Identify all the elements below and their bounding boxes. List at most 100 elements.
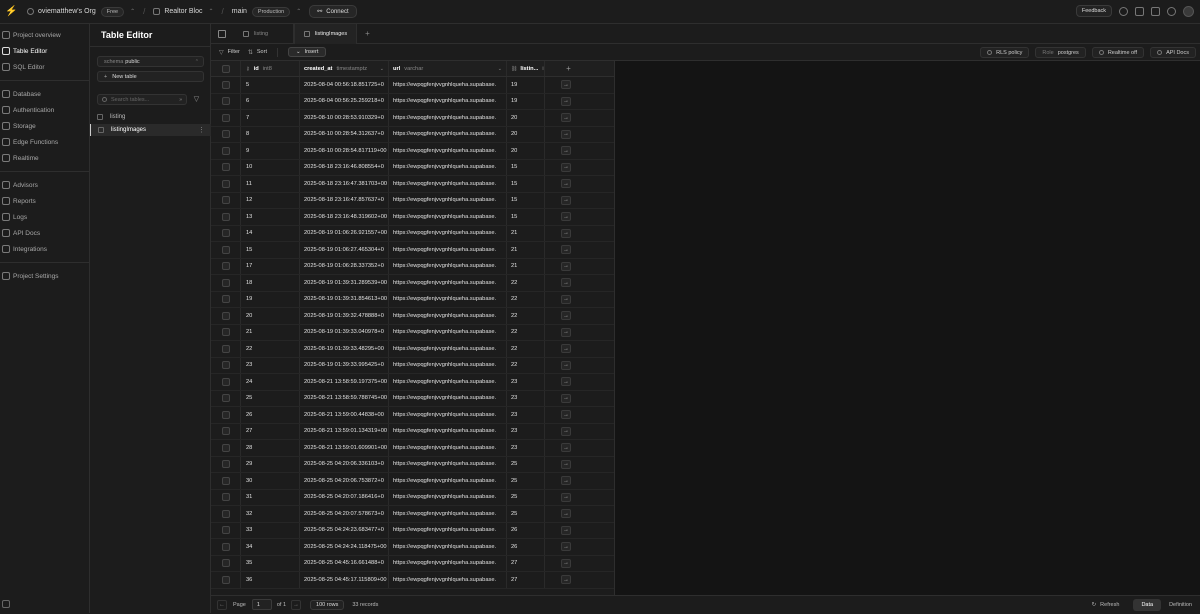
row-checkbox[interactable] (221, 278, 230, 287)
cell-listing[interactable]: 20 (507, 126, 545, 142)
cell-url[interactable]: https://ewpqgfenjvvgnhlqueha.supabase. (389, 275, 507, 291)
filter-button[interactable]: ▽ Filter (219, 49, 240, 56)
arrow-right-icon[interactable]: → (561, 294, 571, 304)
cell-id[interactable]: 35 (241, 555, 300, 571)
arrow-right-icon[interactable]: → (561, 261, 571, 271)
realtime-toggle-button[interactable]: Realtime off (1091, 47, 1145, 58)
arrow-right-icon[interactable]: → (561, 443, 571, 453)
next-page-button[interactable]: → (291, 599, 302, 610)
table-row[interactable]: 28 2025-08-21 13:59:01.609901+00 https://e… (211, 440, 614, 457)
arrow-right-icon[interactable]: → (561, 311, 571, 321)
cell-id[interactable]: 25 (241, 390, 300, 406)
table-row[interactable]: 35 2025-08-25 04:45:16.661488+0 https://ew… (211, 555, 614, 572)
cell-created-at[interactable]: 2025-08-19 01:06:28.337352+0 (300, 258, 389, 274)
cell-created-at[interactable]: 2025-08-21 13:59:01.609901+00 (300, 440, 389, 456)
role-selector[interactable]: Role postgres (1035, 47, 1086, 58)
cell-url[interactable]: https://ewpqgfenjvvgnhlqueha.supabase. (389, 489, 507, 505)
cell-listing[interactable]: 20 (507, 143, 545, 159)
cell-listing[interactable]: 23 (507, 407, 545, 423)
cell-url[interactable]: https://ewpqgfenjvvgnhlqueha.supabase. (389, 192, 507, 208)
nav-project-settings[interactable]: Project Settings (0, 268, 89, 284)
branch-selector[interactable]: main Production ⌃ (232, 6, 301, 17)
cell-id[interactable]: 19 (241, 291, 300, 307)
cell-id[interactable]: 20 (241, 308, 300, 324)
arrow-right-icon[interactable]: → (561, 245, 571, 255)
table-row[interactable]: 11 2025-08-18 23:16:47.381703+00 https://e… (211, 176, 614, 193)
cell-created-at[interactable]: 2025-08-04 00:56:18.851725+0 (300, 77, 389, 93)
cell-id[interactable]: 8 (241, 126, 300, 142)
row-checkbox[interactable] (221, 476, 230, 485)
table-row[interactable]: 23 2025-08-19 01:39:33.995425+0 https://ew… (211, 357, 614, 374)
cell-id[interactable]: 21 (241, 324, 300, 340)
cell-url[interactable]: https://ewpqgfenjvvgnhlqueha.supabase. (389, 374, 507, 390)
cell-created-at[interactable]: 2025-08-19 01:06:27.465304+0 (300, 242, 389, 258)
cell-listing[interactable]: 25 (507, 456, 545, 472)
row-checkbox[interactable] (221, 542, 230, 551)
row-checkbox[interactable] (221, 410, 230, 419)
cell-url[interactable]: https://ewpqgfenjvvgnhlqueha.supabase. (389, 242, 507, 258)
cell-created-at[interactable]: 2025-08-21 13:59:01.134319+00 (300, 423, 389, 439)
table-row[interactable]: 9 2025-08-10 00:28:54.817119+00 https://ew… (211, 143, 614, 160)
table-row[interactable]: 15 2025-08-19 01:06:27.465304+0 https://ew… (211, 242, 614, 259)
table-row[interactable]: 5 2025-08-04 00:56:18.851725+0 https://ewp… (211, 77, 614, 94)
row-checkbox[interactable] (221, 229, 230, 238)
cell-listing[interactable]: 23 (507, 440, 545, 456)
cell-listing[interactable]: 15 (507, 192, 545, 208)
cell-listing[interactable]: 22 (507, 324, 545, 340)
cell-id[interactable]: 28 (241, 440, 300, 456)
cell-url[interactable]: https://ewpqgfenjvvgnhlqueha.supabase. (389, 473, 507, 489)
row-checkbox[interactable] (221, 295, 230, 304)
cell-created-at[interactable]: 2025-08-25 04:20:06.753872+0 (300, 473, 389, 489)
cell-id[interactable]: 5 (241, 77, 300, 93)
cell-listing[interactable]: 26 (507, 539, 545, 555)
cell-id[interactable]: 7 (241, 110, 300, 126)
cell-id[interactable]: 17 (241, 258, 300, 274)
table-row[interactable]: 19 2025-08-19 01:39:31.854613+00 https://e… (211, 291, 614, 308)
table-row[interactable]: 12 2025-08-18 23:16:47.857637+0 https://ew… (211, 192, 614, 209)
cell-created-at[interactable]: 2025-08-04 00:56:25.259218+0 (300, 93, 389, 109)
row-checkbox[interactable] (221, 113, 230, 122)
arrow-right-icon[interactable]: → (561, 146, 571, 156)
nav-sql-editor[interactable]: SQL Editor (0, 59, 89, 75)
cell-created-at[interactable]: 2025-08-25 04:45:17.115809+00 (300, 572, 389, 588)
cell-created-at[interactable]: 2025-08-21 13:59:00.44838+00 (300, 407, 389, 423)
cell-listing[interactable]: 23 (507, 390, 545, 406)
table-row[interactable]: 31 2025-08-25 04:20:07.186416+0 https://ew… (211, 489, 614, 506)
cell-created-at[interactable]: 2025-08-25 04:20:06.336103+0 (300, 456, 389, 472)
avatar[interactable] (1183, 5, 1194, 17)
cell-url[interactable]: https://ewpqgfenjvvgnhlqueha.supabase. (389, 423, 507, 439)
cell-created-at[interactable]: 2025-08-21 13:58:59.788745+00 (300, 390, 389, 406)
table-row[interactable]: 25 2025-08-21 13:58:59.788745+00 https://e… (211, 390, 614, 407)
row-checkbox[interactable] (221, 559, 230, 568)
cell-url[interactable]: https://ewpqgfenjvvgnhlqueha.supabase. (389, 225, 507, 241)
cell-url[interactable]: https://ewpqgfenjvvgnhlqueha.supabase. (389, 159, 507, 175)
nav-edge-functions[interactable]: Edge Functions (0, 134, 89, 150)
table-row[interactable]: 30 2025-08-25 04:20:06.753872+0 https://ew… (211, 473, 614, 490)
cell-url[interactable]: https://ewpqgfenjvvgnhlqueha.supabase. (389, 357, 507, 373)
cell-id[interactable]: 12 (241, 192, 300, 208)
table-row[interactable]: 17 2025-08-19 01:06:28.337352+0 https://ew… (211, 258, 614, 275)
inbox-icon[interactable] (1135, 6, 1144, 16)
arrow-right-icon[interactable]: → (561, 278, 571, 288)
cell-url[interactable]: https://ewpqgfenjvvgnhlqueha.supabase. (389, 126, 507, 142)
cell-listing[interactable]: 27 (507, 572, 545, 588)
filter-icon[interactable]: ▽ (192, 95, 201, 104)
cell-created-at[interactable]: 2025-08-19 01:06:26.921557+00 (300, 225, 389, 241)
arrow-right-icon[interactable]: → (561, 393, 571, 403)
cell-created-at[interactable]: 2025-08-21 13:58:59.197375+00 (300, 374, 389, 390)
cell-created-at[interactable]: 2025-08-25 04:20:07.186416+0 (300, 489, 389, 505)
sidebar-toggle-icon[interactable] (218, 29, 226, 38)
table-row[interactable]: 6 2025-08-04 00:56:25.259218+0 https://ewp… (211, 93, 614, 110)
cell-created-at[interactable]: 2025-08-19 01:39:33.040978+0 (300, 324, 389, 340)
cell-created-at[interactable]: 2025-08-10 00:28:54.312637+0 (300, 126, 389, 142)
row-checkbox[interactable] (221, 97, 230, 106)
row-checkbox[interactable] (221, 212, 230, 221)
table-row[interactable]: 36 2025-08-25 04:45:17.115809+00 https://e… (211, 572, 614, 589)
nav-storage[interactable]: Storage (0, 118, 89, 134)
column-header-url[interactable]: url varchar ⌄ (389, 61, 507, 76)
cell-id[interactable]: 13 (241, 209, 300, 225)
cell-url[interactable]: https://ewpqgfenjvvgnhlqueha.supabase. (389, 308, 507, 324)
help-icon[interactable] (1119, 6, 1128, 16)
nav-project-overview[interactable]: Project overview (0, 27, 89, 43)
cell-created-at[interactable]: 2025-08-25 04:24:24.118475+00 (300, 539, 389, 555)
